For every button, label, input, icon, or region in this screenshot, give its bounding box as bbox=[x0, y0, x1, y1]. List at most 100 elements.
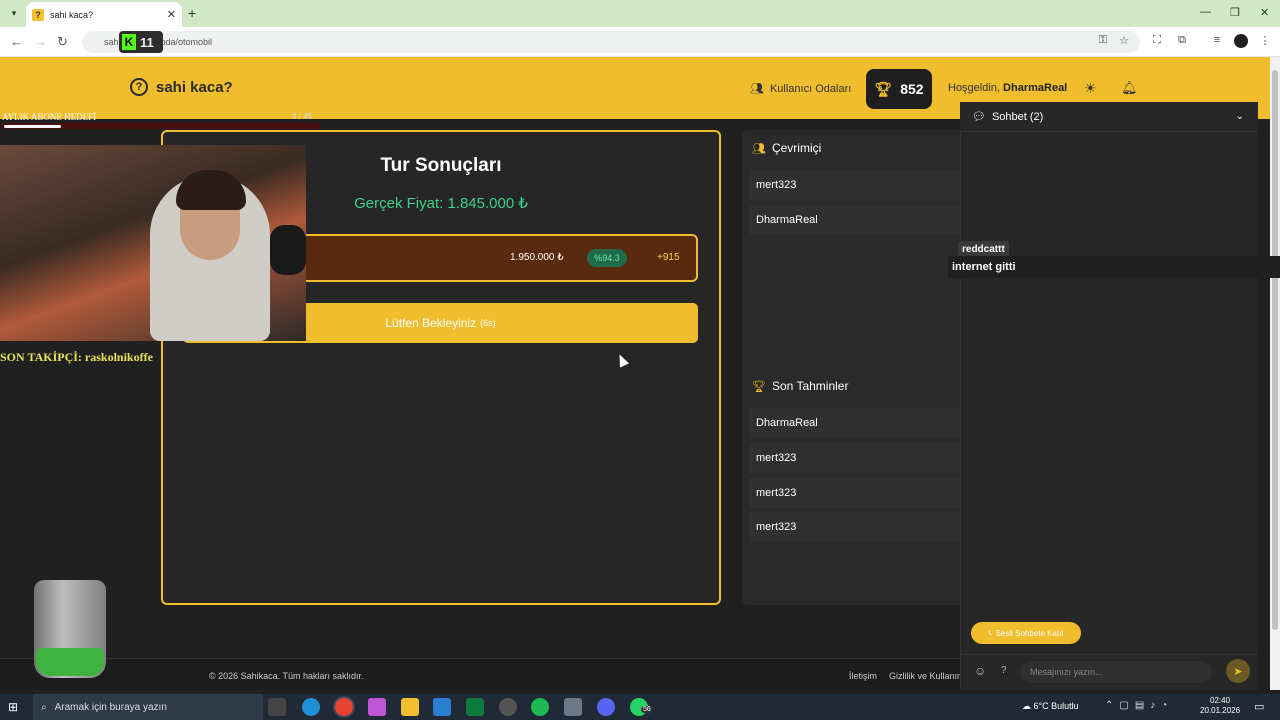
weather-text: 6°C Bulutlu bbox=[1033, 701, 1079, 711]
chat-header[interactable]: 💬︎ Sohbet (2) ⌄ bbox=[960, 102, 1258, 132]
recent-user: mert323 bbox=[756, 487, 797, 499]
kick-logo-icon: K bbox=[122, 34, 136, 50]
phone-icon: 📞︎ bbox=[988, 628, 992, 637]
score-badge[interactable]: 🏆︎ 852 bbox=[866, 69, 932, 109]
reload-icon[interactable]: ↻ bbox=[57, 34, 68, 50]
forward-icon[interactable]: → bbox=[34, 34, 47, 49]
browser-tab[interactable]: ? sahi kaca? ✕ bbox=[26, 2, 182, 27]
chrome-icon[interactable] bbox=[335, 698, 353, 716]
recent-user: mert323 bbox=[756, 452, 797, 464]
guess-value: 1.950.000 ₺ bbox=[510, 252, 564, 263]
contact-link[interactable]: İletişim bbox=[849, 671, 877, 681]
menu-kebab-icon[interactable]: ⋮ bbox=[1258, 34, 1272, 48]
spotify-icon[interactable] bbox=[531, 698, 549, 716]
app-icon[interactable] bbox=[564, 698, 582, 716]
task-view-icon[interactable] bbox=[268, 698, 286, 716]
minimize-icon[interactable]: — bbox=[1200, 6, 1211, 18]
recent-guess-row[interactable]: DharmaReal bbox=[750, 408, 972, 438]
system-tray[interactable]: ⌃▢▤♪◔ bbox=[1105, 700, 1173, 711]
whatsapp-badge: 56 bbox=[641, 706, 653, 713]
question-icon: ? bbox=[130, 78, 148, 96]
welcome-text: Hoşgeldin, DharmaReal bbox=[948, 82, 1067, 94]
taskbar-search-placeholder: Aramak için buraya yazın bbox=[54, 701, 167, 713]
date: 20.01.2026 bbox=[1200, 706, 1241, 715]
scrollbar-thumb[interactable] bbox=[1272, 70, 1278, 630]
address-bar[interactable]: sahi oda/otomobil bbox=[82, 31, 1140, 53]
join-voice-chat-button[interactable]: 📞︎ Sesli Sohbete Katıl bbox=[971, 622, 1081, 644]
chat-message-input[interactable]: Mesajınızı yazın... bbox=[1020, 661, 1212, 683]
search-icon: ⌕ bbox=[41, 701, 47, 713]
wait-label: Lütfen Bekleyiniz bbox=[385, 316, 477, 330]
time: 02:40 bbox=[1210, 696, 1231, 705]
edge-icon[interactable] bbox=[302, 698, 320, 716]
notification-bell-icon[interactable]: 🔔︎ bbox=[1121, 80, 1138, 96]
recent-user: DharmaReal bbox=[756, 417, 818, 429]
media-icon[interactable]: ≡ bbox=[1210, 34, 1224, 48]
cloud-icon: ☁ bbox=[1022, 701, 1031, 711]
kick-badge: K 11 bbox=[119, 31, 163, 53]
favicon-icon: ? bbox=[32, 8, 44, 21]
kick-count: 11 bbox=[140, 34, 154, 50]
close-window-icon[interactable]: ✕ bbox=[1260, 6, 1269, 19]
discord-icon[interactable] bbox=[597, 698, 615, 716]
microphone-icon bbox=[270, 225, 306, 275]
copilot-icon[interactable] bbox=[368, 698, 386, 716]
tab-title: sahi kaca? bbox=[50, 9, 94, 20]
windows-start-icon[interactable]: ⊞ bbox=[8, 700, 18, 714]
url-path: oda/otomobil bbox=[160, 37, 213, 47]
recent-guess-row[interactable]: mert323 bbox=[750, 443, 972, 473]
online-title: Çevrimiçi bbox=[771, 141, 822, 155]
chat-title: Sohbet (2) bbox=[991, 110, 1044, 123]
help-icon[interactable]: ? bbox=[1001, 665, 1007, 676]
online-user-row[interactable]: DharmaReal bbox=[750, 205, 972, 235]
subscriber-goal-label: AYLIK ABONE HEDEFİ bbox=[2, 112, 97, 122]
jar-contents bbox=[36, 648, 104, 676]
send-icon[interactable]: ➤ bbox=[1226, 659, 1250, 683]
theme-toggle-sun-icon[interactable]: ☀ bbox=[1084, 80, 1097, 97]
chat-panel bbox=[960, 102, 1258, 690]
recent-user: mert323 bbox=[756, 521, 797, 533]
accuracy-badge: %94.3 bbox=[587, 249, 627, 267]
chat-bubble-icon: 💬︎ bbox=[972, 111, 986, 123]
logo-text: sahi kaca? bbox=[156, 78, 233, 96]
back-icon[interactable]: ← bbox=[10, 34, 23, 49]
overlay-chat-message: internet gitti bbox=[948, 256, 1280, 278]
user-rooms-link[interactable]: 👥︎ Kullanıcı Odaları bbox=[750, 82, 852, 96]
online-user-row[interactable]: mert323 bbox=[750, 170, 972, 200]
tab-list-chevron-icon[interactable]: ▾ bbox=[6, 5, 22, 21]
recent-guess-row[interactable]: mert323 bbox=[750, 512, 972, 542]
recent-guess-row[interactable]: mert323 bbox=[750, 478, 972, 508]
chevron-down-icon[interactable]: ⌄ bbox=[1236, 111, 1244, 122]
file-explorer-icon[interactable] bbox=[401, 698, 419, 716]
score-value: 852 bbox=[900, 81, 924, 97]
restore-icon[interactable]: ❐ bbox=[1230, 6, 1240, 19]
subscriber-goal-count: 8 / 45 bbox=[292, 112, 313, 121]
recent-guesses-header: 🏆︎ Son Tahminler bbox=[752, 379, 848, 393]
password-key-icon[interactable]: ⚿ bbox=[1096, 34, 1110, 48]
taskbar-clock[interactable]: 02:40 20.01.2026 bbox=[1200, 696, 1240, 716]
emoji-icon[interactable]: ☺ bbox=[974, 664, 986, 678]
weather-widget[interactable]: ☁ 6°C Bulutlu bbox=[1022, 701, 1079, 712]
user-rooms-label: Kullanıcı Odaları bbox=[769, 82, 852, 95]
store-icon[interactable] bbox=[466, 698, 484, 716]
screenshot-icon[interactable]: ⛶ bbox=[1150, 34, 1164, 48]
site-footer bbox=[0, 658, 960, 690]
taskbar-search[interactable]: ⌕ Aramak için buraya yazın bbox=[33, 694, 263, 720]
voice-label: Sesli Sohbete Katıl bbox=[995, 628, 1064, 638]
profile-avatar[interactable] bbox=[1234, 34, 1248, 48]
new-tab-icon[interactable]: + bbox=[188, 5, 196, 21]
bookmark-star-icon[interactable]: ☆ bbox=[1117, 34, 1131, 48]
notifications-icon[interactable]: ▭ bbox=[1254, 700, 1264, 713]
obs-icon[interactable] bbox=[499, 698, 517, 716]
subscriber-goal-fill bbox=[4, 125, 61, 128]
close-tab-icon[interactable]: ✕ bbox=[167, 8, 176, 21]
online-user: DharmaReal bbox=[756, 214, 818, 226]
site-logo[interactable]: ? sahi kaca? bbox=[130, 78, 233, 96]
privacy-link[interactable]: Gizlilik ve Kullanım bbox=[889, 671, 960, 681]
trophy-icon: 🏆︎ bbox=[752, 380, 766, 393]
users-icon: 👥︎ bbox=[752, 142, 766, 155]
outlook-icon[interactable] bbox=[433, 698, 451, 716]
username: DharmaReal bbox=[1003, 82, 1068, 94]
extensions-icon[interactable]: ⧉ bbox=[1175, 34, 1189, 48]
welcome-prefix: Hoşgeldin, bbox=[948, 82, 1004, 94]
